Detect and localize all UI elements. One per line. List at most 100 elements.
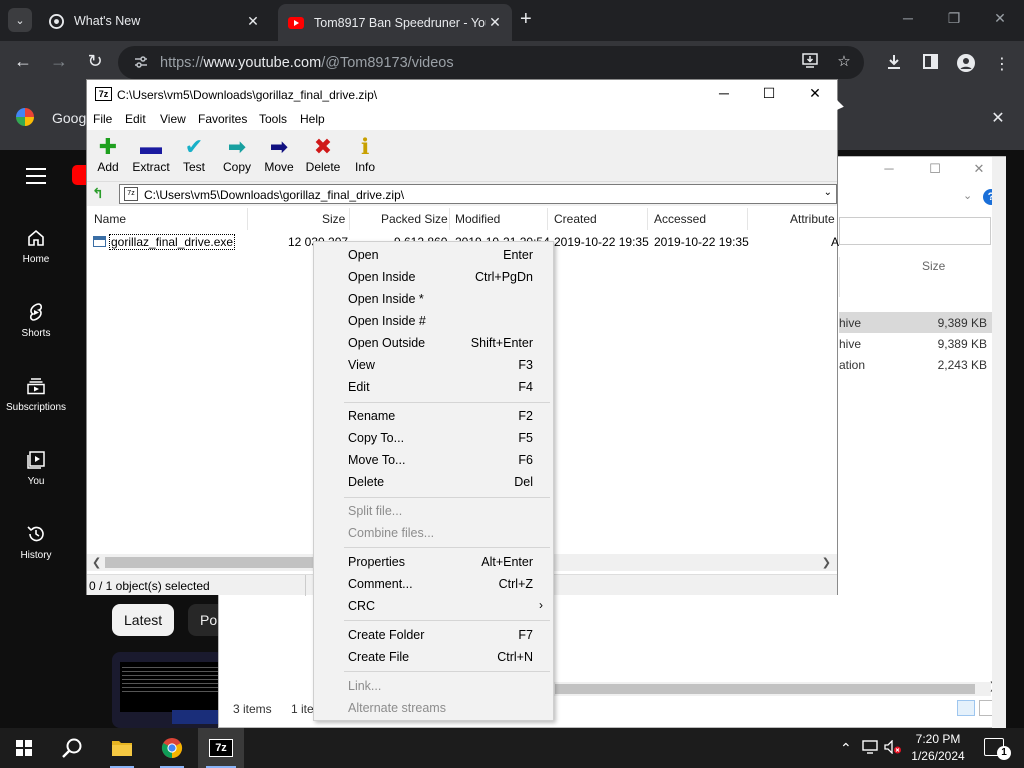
bookmark-star-icon[interactable]: ☆ <box>834 52 854 70</box>
menu-help[interactable]: Help <box>300 112 325 126</box>
search-button[interactable] <box>52 728 92 768</box>
list-item[interactable]: hive 9,389 KB <box>839 333 993 354</box>
taskbar-chrome[interactable] <box>152 728 192 768</box>
menu-item-properties[interactable]: Properties Alt+Enter <box>314 551 553 573</box>
explorer-search-input[interactable] <box>839 217 991 245</box>
tab-youtube-channel[interactable]: Tom8917 Ban Speedruner - You ✕ <box>278 4 512 41</box>
scrollbar-thumb[interactable] <box>105 557 315 568</box>
path-combobox[interactable]: 7z C:\Users\vm5\Downloads\gorillaz_final… <box>119 184 837 204</box>
scroll-right-arrow-icon[interactable]: ❯ <box>822 556 831 569</box>
menu-item-copy-to[interactable]: Copy To... F5 <box>314 427 553 449</box>
downloads-icon[interactable] <box>884 54 904 75</box>
minimize-icon[interactable]: ─ <box>898 10 918 26</box>
column-packed-size[interactable]: Packed Size <box>381 212 448 226</box>
up-folder-icon[interactable]: ↰ <box>92 185 110 203</box>
column-accessed[interactable]: Accessed <box>654 212 706 226</box>
notification-center-icon[interactable]: 1 <box>984 738 1011 760</box>
scrollbar-thumb[interactable] <box>555 684 975 694</box>
close-window-icon[interactable]: ✕ <box>969 161 989 177</box>
column-separator[interactable] <box>247 208 248 230</box>
new-tab-plus-icon[interactable]: + <box>520 8 540 31</box>
menu-item-open[interactable]: Open Enter <box>314 244 553 266</box>
taskbar-7zip[interactable]: 7z <box>198 728 244 768</box>
horizontal-scrollbar[interactable] <box>551 682 991 696</box>
list-item[interactable]: hive 9,389 KB <box>839 312 993 333</box>
column-separator[interactable] <box>747 208 748 230</box>
menu-tools[interactable]: Tools <box>259 112 287 126</box>
yt-nav-you[interactable]: You <box>0 450 72 487</box>
explorer-column-header[interactable]: Size <box>839 257 993 297</box>
minimize-icon[interactable]: ─ <box>713 85 735 101</box>
chevron-down-icon[interactable]: ⌄ <box>963 189 972 202</box>
size-column-header[interactable]: Size <box>922 259 945 273</box>
test-button[interactable]: ✔ Test <box>181 134 207 174</box>
back-arrow-icon[interactable]: ← <box>12 51 34 72</box>
install-app-icon[interactable] <box>800 53 820 72</box>
menu-item-delete[interactable]: Delete Del <box>314 471 553 493</box>
system-clock[interactable]: 7:20 PM 1/26/2024 <box>906 731 970 765</box>
close-tab-icon[interactable]: ✕ <box>486 14 504 31</box>
move-button[interactable]: ➡ Move <box>263 134 295 174</box>
hamburger-menu-icon[interactable] <box>26 168 46 189</box>
yt-nav-shorts[interactable]: Shorts <box>0 302 72 339</box>
list-item[interactable]: ation 2,243 KB <box>839 354 993 375</box>
info-button[interactable]: ℹ Info <box>353 134 377 174</box>
show-hidden-icons-chevron-icon[interactable]: ⌃ <box>840 740 852 757</box>
menu-item-edit[interactable]: Edit F4 <box>314 376 553 398</box>
menu-view[interactable]: View <box>160 112 186 126</box>
extract-button[interactable]: ▬ Extract <box>131 134 171 174</box>
video-thumbnail[interactable] <box>112 652 224 728</box>
close-window-icon[interactable]: ✕ <box>990 10 1010 27</box>
volume-muted-icon[interactable] <box>884 739 902 757</box>
menu-edit[interactable]: Edit <box>125 112 146 126</box>
add-button[interactable]: ✚ Add <box>95 134 121 174</box>
menu-item-rename[interactable]: Rename F2 <box>314 405 553 427</box>
column-separator[interactable] <box>449 208 450 230</box>
start-button[interactable] <box>4 728 44 768</box>
reload-icon[interactable]: ↻ <box>84 51 106 72</box>
address-bar[interactable]: https://www.youtube.com/@Tom89173/videos <box>118 46 864 79</box>
menu-favorites[interactable]: Favorites <box>198 112 247 126</box>
menu-item-open-inside[interactable]: Open Inside Ctrl+PgDn <box>314 266 553 288</box>
column-name[interactable]: Name <box>94 212 126 226</box>
forward-arrow-icon[interactable]: → <box>48 51 70 72</box>
column-created[interactable]: Created <box>554 212 597 226</box>
column-separator[interactable] <box>547 208 548 230</box>
menu-item-move-to[interactable]: Move To... F6 <box>314 449 553 471</box>
site-settings-icon[interactable] <box>134 55 150 71</box>
menu-item-open-inside-star[interactable]: Open Inside * <box>314 288 553 310</box>
yt-nav-subscriptions[interactable]: Subscriptions <box>0 376 72 413</box>
window-title-bar[interactable]: 7z C:\Users\vm5\Downloads\gorillaz_final… <box>87 80 837 109</box>
chevron-down-icon[interactable]: ⌄ <box>824 187 832 198</box>
menu-item-open-outside[interactable]: Open Outside Shift+Enter <box>314 332 553 354</box>
menu-item-open-inside-hash[interactable]: Open Inside # <box>314 310 553 332</box>
restore-icon[interactable]: ❐ <box>944 10 964 27</box>
maximize-icon[interactable]: ☐ <box>758 85 780 102</box>
yt-nav-home[interactable]: Home <box>0 228 72 265</box>
tab-search-chevron-icon[interactable]: ⌄ <box>8 8 32 32</box>
close-tab-icon[interactable]: ✕ <box>244 13 262 30</box>
chip-latest[interactable]: Latest <box>112 604 175 636</box>
column-separator[interactable] <box>647 208 648 230</box>
menu-item-create-folder[interactable]: Create Folder F7 <box>314 624 553 646</box>
delete-button[interactable]: ✖ Delete <box>305 134 341 174</box>
network-icon[interactable] <box>862 740 878 757</box>
chrome-menu-icon[interactable]: ⋮ <box>992 54 1012 74</box>
details-view-icon[interactable] <box>957 700 975 716</box>
menu-item-view[interactable]: View F3 <box>314 354 553 376</box>
close-window-icon[interactable]: ✕ <box>804 85 826 102</box>
column-attributes[interactable]: Attribute <box>790 212 835 226</box>
side-panel-icon[interactable] <box>920 54 940 74</box>
menu-item-create-file[interactable]: Create File Ctrl+N <box>314 646 553 668</box>
menu-file[interactable]: File <box>93 112 112 126</box>
menu-item-crc[interactable]: CRC › <box>314 595 553 617</box>
close-infobar-icon[interactable]: ✕ <box>988 108 1008 128</box>
column-size[interactable]: Size <box>322 212 345 226</box>
profile-avatar-icon[interactable] <box>956 54 976 77</box>
vertical-scrollbar[interactable] <box>992 157 1006 729</box>
menu-item-comment[interactable]: Comment... Ctrl+Z <box>314 573 553 595</box>
yt-nav-history[interactable]: History <box>0 524 72 561</box>
minimize-icon[interactable]: ─ <box>879 161 899 176</box>
tab-whats-new[interactable]: What's New ✕ <box>38 6 270 36</box>
copy-button[interactable]: ➡ Copy <box>221 134 253 174</box>
